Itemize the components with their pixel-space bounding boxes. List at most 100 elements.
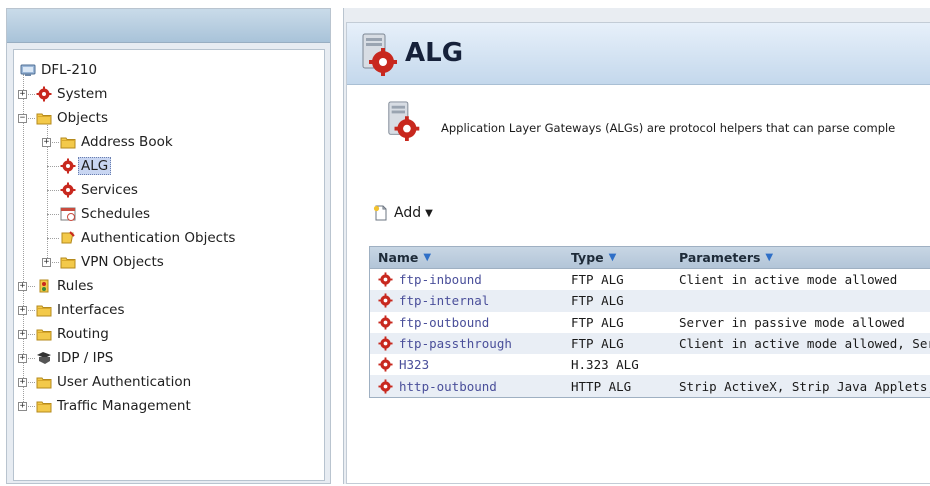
cell-name[interactable]: ftp-inbound (378, 269, 568, 290)
chevron-down-icon: ▼ (425, 207, 433, 219)
add-button[interactable]: Add ▼ (373, 203, 433, 223)
collapse-icon[interactable]: − (18, 114, 27, 123)
navigation-pane-header (7, 9, 330, 43)
navigation-pane: DFL-210 + System − Objects + Address Book ALG S… (6, 8, 331, 484)
expand-icon[interactable]: + (18, 330, 27, 339)
tree-item-label: IDP / IPS (57, 350, 114, 366)
tree-item-label: Authentication Objects (81, 230, 236, 246)
tree-connector (47, 238, 59, 239)
content-panel: ALG Application Layer Gateways (ALGs) ar… (346, 22, 930, 484)
table-row[interactable]: ftp-internal FTP ALG (370, 290, 930, 312)
traffic-management-icon (36, 398, 52, 414)
cell-parameters (679, 290, 930, 311)
cell-name[interactable]: ftp-passthrough (378, 333, 568, 354)
tree-item-label: Services (81, 182, 138, 198)
cell-name[interactable]: ftp-internal (378, 290, 568, 311)
table-row[interactable]: ftp-inbound FTP ALG Client in active mode … (370, 269, 930, 290)
alg-gear-icon (60, 158, 76, 174)
add-button-label: Add (394, 205, 422, 221)
expand-icon[interactable]: + (18, 378, 27, 387)
alg-gear-icon (378, 336, 393, 351)
tree-item-rules[interactable]: Rules (36, 276, 96, 296)
table-row[interactable]: http-outbound HTTP ALG Strip ActiveX, Stri… (370, 375, 930, 397)
tree-item-user-authentication[interactable]: User Authentication (36, 372, 194, 392)
tree-item-authentication-objects[interactable]: Authentication Objects (60, 228, 238, 248)
user-authentication-icon (36, 374, 52, 390)
tree-root-dfl-210[interactable]: DFL-210 (20, 60, 100, 80)
table-row[interactable]: H323 H.323 ALG (370, 354, 930, 375)
folder-open-icon (36, 110, 52, 126)
cell-name[interactable]: http-outbound (378, 375, 568, 396)
firewall-device-icon (20, 62, 36, 78)
column-header-type-label: Type (571, 250, 604, 265)
tree-item-label: Routing (57, 326, 109, 342)
page-title: ALG (405, 38, 464, 68)
vpn-folder-icon (60, 254, 76, 270)
alg-table: Name ▼ Type ▼ Parameters ▼ ftp-inbound FTP A… (369, 246, 930, 398)
cell-parameters: Client in active mode allowed, Ser (679, 336, 930, 352)
tree-item-vpn-objects[interactable]: VPN Objects (60, 252, 167, 272)
expand-icon[interactable]: + (18, 90, 27, 99)
page-description: Application Layer Gateways (ALGs) are pr… (441, 121, 896, 135)
alg-gear-icon (378, 379, 393, 394)
tree-connector (47, 190, 59, 191)
page-header: ALG (347, 23, 930, 85)
cell-parameters: Strip ActiveX, Strip Java Applets, S (679, 378, 930, 394)
cell-name[interactable]: ftp-outbound (378, 312, 568, 333)
table-header: Name ▼ Type ▼ Parameters ▼ (370, 247, 930, 269)
column-header-parameters[interactable]: Parameters ▼ (679, 247, 930, 268)
address-book-icon (60, 134, 76, 150)
tree-item-interfaces[interactable]: Interfaces (36, 300, 127, 320)
idp-ips-icon (36, 350, 52, 366)
tree-item-objects[interactable]: Objects (36, 108, 111, 128)
alg-gear-icon (378, 315, 393, 330)
expand-icon[interactable]: + (42, 258, 51, 267)
column-header-name[interactable]: Name ▼ (378, 247, 568, 268)
tree-item-label: Objects (57, 110, 109, 126)
tree-item-label: VPN Objects (81, 254, 164, 270)
cell-parameters (679, 354, 930, 375)
tree-item-schedules[interactable]: Schedules (60, 204, 153, 224)
column-header-name-label: Name (378, 250, 419, 265)
alg-server-icon (385, 99, 425, 143)
content-pane: ALG Application Layer Gateways (ALGs) ar… (343, 8, 930, 484)
cell-name-text: ftp-inbound (399, 272, 482, 288)
tree-item-address-book[interactable]: Address Book (60, 132, 176, 152)
cell-parameters: Client in active mode allowed (679, 272, 898, 288)
tree-item-traffic-management[interactable]: Traffic Management (36, 396, 194, 416)
routing-folder-icon (36, 326, 52, 342)
expand-icon[interactable]: + (18, 354, 27, 363)
cell-name-text: http-outbound (399, 378, 497, 394)
interfaces-folder-icon (36, 302, 52, 318)
tree-connector (47, 166, 59, 167)
cell-name[interactable]: H323 (378, 354, 568, 375)
tree-item-system[interactable]: System (36, 84, 110, 104)
expand-icon[interactable]: + (18, 306, 27, 315)
column-header-type[interactable]: Type ▼ (571, 247, 676, 268)
tree-item-services[interactable]: Services (60, 180, 141, 200)
table-row[interactable]: ftp-outbound FTP ALG Server in passive mod… (370, 312, 930, 333)
cell-name-text: ftp-passthrough (399, 336, 512, 352)
gear-folder-icon (36, 86, 52, 102)
tree-item-label: System (57, 86, 108, 102)
cell-name-text: ftp-internal (399, 293, 490, 309)
tree-item-routing[interactable]: Routing (36, 324, 112, 344)
table-row[interactable]: ftp-passthrough FTP ALG Client in active m… (370, 332, 930, 355)
expand-icon[interactable]: + (18, 402, 27, 411)
cell-name-text: ftp-outbound (399, 314, 490, 330)
expand-icon[interactable]: + (42, 138, 51, 147)
expand-icon[interactable]: + (18, 282, 27, 291)
tree-item-alg[interactable]: ALG (60, 156, 112, 176)
cell-parameters: Server in passive mode allowed (679, 314, 905, 330)
cell-type: FTP ALG (571, 272, 624, 288)
sort-arrow-icon: ▼ (423, 252, 432, 263)
calendar-icon (60, 206, 76, 222)
cell-type: FTP ALG (571, 293, 624, 309)
column-header-parameters-label: Parameters (679, 250, 761, 265)
tree-item-label: Traffic Management (57, 398, 191, 414)
tree-item-idp-ips[interactable]: IDP / IPS (36, 348, 116, 368)
cell-type: HTTP ALG (571, 378, 632, 394)
cell-name-text: H323 (399, 357, 430, 373)
alg-gear-icon (378, 293, 393, 308)
new-document-icon (373, 205, 389, 221)
